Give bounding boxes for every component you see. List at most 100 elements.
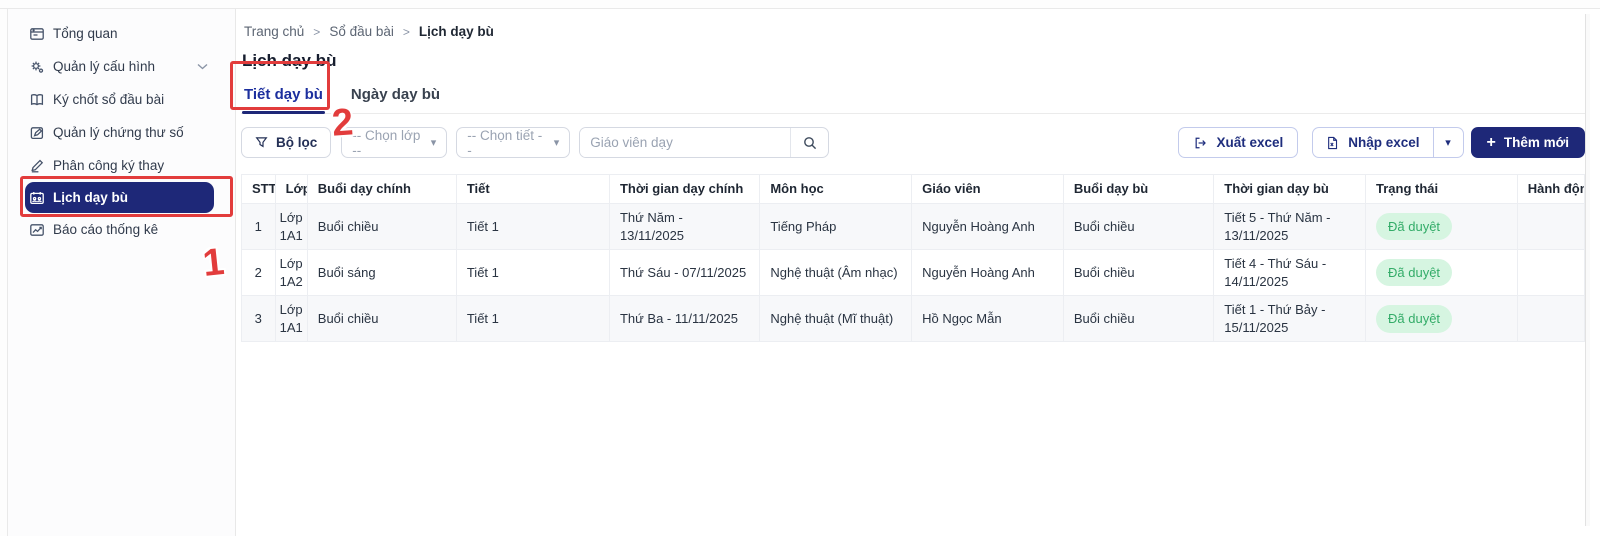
sidebar-item-label: Tổng quan bbox=[53, 26, 118, 41]
cell-teacher: Nguyễn Hoàng Anh bbox=[912, 204, 1064, 250]
search-icon[interactable] bbox=[790, 128, 828, 157]
cell-teacher: Hồ Ngọc Mẫn bbox=[912, 296, 1064, 342]
status-badge: Đã duyệt bbox=[1376, 305, 1452, 333]
edit-icon bbox=[28, 124, 45, 141]
sidebar-item-label: Ký chốt sổ đầu bài bbox=[53, 92, 164, 107]
chart-icon bbox=[28, 221, 45, 238]
cell-main-session: Buổi chiều bbox=[307, 204, 456, 250]
book-icon bbox=[28, 91, 45, 108]
breadcrumb-home[interactable]: Trang chủ bbox=[244, 24, 304, 39]
add-new-button[interactable]: + Thêm mới bbox=[1471, 127, 1585, 158]
cell-stt: 2 bbox=[242, 250, 276, 296]
cell-main-time: Thứ Ba - 11/11/2025 bbox=[609, 296, 759, 342]
sidebar-item-makeup-schedule[interactable]: Lịch dạy bù bbox=[25, 182, 214, 213]
chevron-down-icon bbox=[197, 63, 224, 70]
class-select[interactable]: -- Chọn lớp -- ▾ bbox=[341, 127, 447, 158]
tab-bar: Tiết dạy bù Ngày dạy bù bbox=[241, 80, 1585, 114]
toolbar: Bộ lọc -- Chọn lớp -- ▾ -- Chọn tiết -- … bbox=[241, 127, 1585, 158]
page-title: Lịch dạy bù bbox=[242, 51, 1585, 71]
export-icon bbox=[1193, 136, 1207, 150]
cell-main-time: Thứ Năm - 13/11/2025 bbox=[609, 204, 759, 250]
export-excel-button[interactable]: Xuất excel bbox=[1178, 127, 1298, 158]
filter-icon bbox=[255, 136, 268, 149]
sidebar-item-certificates[interactable]: Quản lý chứng thư số bbox=[8, 116, 224, 149]
cell-period: Tiết 1 bbox=[456, 296, 609, 342]
cell-period: Tiết 1 bbox=[456, 250, 609, 296]
sidebar: Tổng quan Quản lý cấu hình Ký chốt sổ đầ… bbox=[8, 9, 236, 536]
tab-makeup-period[interactable]: Tiết dạy bù bbox=[242, 80, 325, 113]
cell-period: Tiết 1 bbox=[456, 204, 609, 250]
sidebar-item-label: Báo cáo thống kê bbox=[53, 222, 158, 237]
toolbar-actions: Xuất excel Nhập excel ▾ + Thêm mới bbox=[1178, 127, 1585, 158]
breadcrumb-section[interactable]: Sổ đầu bài bbox=[329, 24, 394, 39]
col-status: Trạng thái bbox=[1366, 175, 1518, 204]
breadcrumb-current: Lịch dạy bù bbox=[419, 24, 494, 39]
cell-action bbox=[1517, 250, 1584, 296]
dashboard-icon bbox=[28, 25, 45, 42]
calendar-icon bbox=[28, 189, 45, 206]
filter-button[interactable]: Bộ lọc bbox=[241, 127, 331, 158]
sidebar-item-label: Phân công ký thay bbox=[53, 158, 164, 173]
sidebar-item-reports[interactable]: Báo cáo thống kê bbox=[8, 213, 224, 246]
sidebar-item-label: Quản lý cấu hình bbox=[53, 59, 155, 74]
cell-status: Đã duyệt bbox=[1366, 204, 1518, 250]
col-stt: STT bbox=[242, 175, 276, 204]
cell-subject: Tiếng Pháp bbox=[760, 204, 912, 250]
caret-down-icon: ▾ bbox=[554, 136, 560, 149]
sidebar-item-config[interactable]: Quản lý cấu hình bbox=[8, 50, 224, 83]
sidebar-item-label: Quản lý chứng thư số bbox=[53, 125, 184, 140]
col-teacher: Giáo viên bbox=[912, 175, 1064, 204]
col-class: Lớp bbox=[275, 175, 307, 204]
sidebar-item-label: Lịch dạy bù bbox=[53, 190, 128, 205]
cell-makeup-time: Tiết 5 - Thứ Năm - 13/11/2025 bbox=[1214, 204, 1366, 250]
cell-stt: 1 bbox=[242, 204, 276, 250]
main-content: Trang chủ > Sổ đầu bài > Lịch dạy bù Lịc… bbox=[236, 9, 1600, 536]
pen-icon bbox=[28, 157, 45, 174]
cell-subject: Nghệ thuật (Âm nhạc) bbox=[760, 250, 912, 296]
cell-makeup-time: Tiết 4 - Thứ Sáu - 14/11/2025 bbox=[1214, 250, 1366, 296]
sidebar-item-sign-logbook[interactable]: Ký chốt sổ đầu bài bbox=[8, 83, 224, 116]
cell-action bbox=[1517, 296, 1584, 342]
col-main-session: Buổi dạy chính bbox=[307, 175, 456, 204]
import-excel-split-button: Nhập excel ▾ bbox=[1312, 127, 1463, 158]
breadcrumb: Trang chủ > Sổ đầu bài > Lịch dạy bù bbox=[244, 24, 1585, 39]
breadcrumb-separator: > bbox=[313, 25, 320, 39]
status-badge: Đã duyệt bbox=[1376, 213, 1452, 241]
makeup-schedule-table: STT Lớp Buổi dạy chính Tiết Thời gian dạ… bbox=[241, 174, 1585, 342]
teacher-search-input[interactable] bbox=[580, 128, 790, 157]
file-excel-icon bbox=[1326, 136, 1339, 150]
cell-teacher: Nguyễn Hoàng Anh bbox=[912, 250, 1064, 296]
caret-down-icon: ▾ bbox=[431, 136, 437, 149]
import-more-caret[interactable]: ▾ bbox=[1433, 128, 1463, 157]
col-subject: Môn học bbox=[760, 175, 912, 204]
col-makeup-time: Thời gian dạy bù bbox=[1214, 175, 1366, 204]
cell-stt: 3 bbox=[242, 296, 276, 342]
plus-icon: + bbox=[1487, 134, 1496, 152]
import-excel-button[interactable]: Nhập excel bbox=[1313, 128, 1432, 157]
cell-class: Lớp 1A1 bbox=[275, 204, 307, 250]
table-header-row: STT Lớp Buổi dạy chính Tiết Thời gian dạ… bbox=[242, 175, 1585, 204]
cell-makeup-session: Buổi chiều bbox=[1063, 250, 1213, 296]
sidebar-item-delegate-signing[interactable]: Phân công ký thay bbox=[8, 149, 224, 182]
breadcrumb-separator: > bbox=[403, 25, 410, 39]
cell-class: Lớp 1A2 bbox=[275, 250, 307, 296]
cell-main-time: Thứ Sáu - 07/11/2025 bbox=[609, 250, 759, 296]
col-period: Tiết bbox=[456, 175, 609, 204]
cell-makeup-session: Buổi chiều bbox=[1063, 204, 1213, 250]
cell-makeup-session: Buổi chiều bbox=[1063, 296, 1213, 342]
tab-makeup-day[interactable]: Ngày dạy bù bbox=[349, 80, 442, 113]
col-action: Hành động bbox=[1517, 175, 1584, 204]
cell-subject: Nghệ thuật (Mĩ thuật) bbox=[760, 296, 912, 342]
col-main-time: Thời gian dạy chính bbox=[609, 175, 759, 204]
table-row: 1 Lớp 1A1 Buổi chiều Tiết 1 Thứ Năm - 13… bbox=[242, 204, 1585, 250]
cell-main-session: Buổi chiều bbox=[307, 296, 456, 342]
vertical-scrollbar[interactable] bbox=[1585, 14, 1590, 526]
sidebar-item-overview[interactable]: Tổng quan bbox=[8, 17, 224, 50]
status-badge: Đã duyệt bbox=[1376, 259, 1452, 287]
period-select[interactable]: -- Chọn tiết -- ▾ bbox=[456, 127, 570, 158]
cell-action bbox=[1517, 204, 1584, 250]
cell-class: Lớp 1A1 bbox=[275, 296, 307, 342]
cell-status: Đã duyệt bbox=[1366, 296, 1518, 342]
table-row: 2 Lớp 1A2 Buổi sáng Tiết 1 Thứ Sáu - 07/… bbox=[242, 250, 1585, 296]
teacher-search bbox=[579, 127, 829, 158]
